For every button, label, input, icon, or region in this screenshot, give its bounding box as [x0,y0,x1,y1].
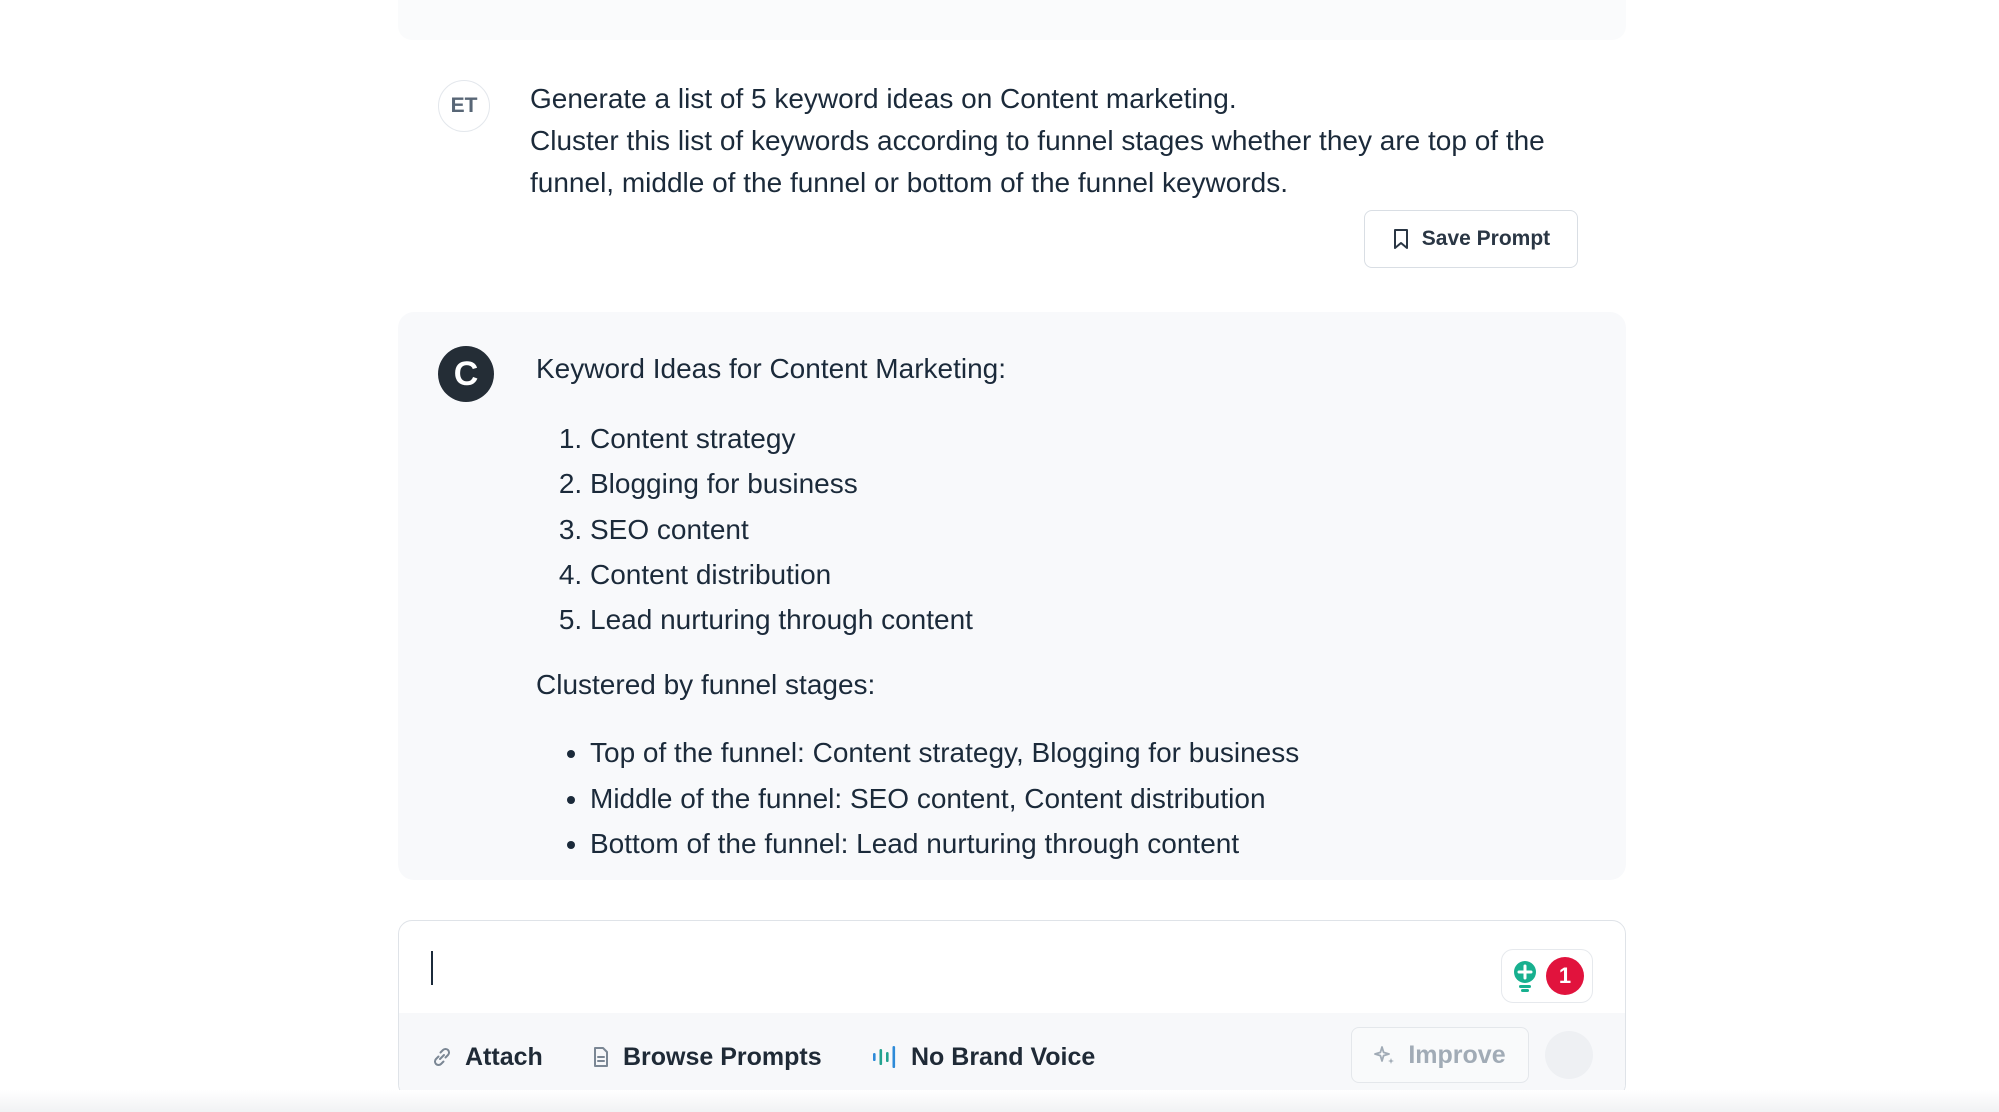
browse-prompts-button[interactable]: Browse Prompts [591,1035,822,1079]
sparkle-icon [1374,1046,1395,1064]
user-message-line: Generate a list of 5 keyword ideas on Co… [530,83,1237,114]
user-message-text: Generate a list of 5 keyword ideas on Co… [530,78,1600,204]
cluster-item: Bottom of the funnel: Lead nurturing thr… [590,821,1596,866]
send-button[interactable] [1545,1031,1593,1079]
user-message: ET Generate a list of 5 keyword ideas on… [398,56,1626,296]
bookmark-icon [1393,229,1408,249]
assistant-logo-icon: C [454,355,479,393]
bottom-fade [0,1090,1999,1112]
cluster-item: Top of the funnel: Content strategy, Blo… [590,730,1596,775]
assistant-avatar: C [438,346,494,402]
assistant-message: C Keyword Ideas for Content Marketing: C… [398,312,1626,880]
user-message-line: Cluster this list of keywords according … [530,125,1545,198]
browse-prompts-label: Browse Prompts [623,1042,822,1071]
save-prompt-button[interactable]: Save Prompt [1364,210,1578,268]
brand-voice-button[interactable]: No Brand Voice [871,1035,1095,1079]
message-composer: 1 Attach Browse Prompts No Brand Voice I… [398,920,1626,1098]
keyword-item: Blogging for business [590,461,1596,506]
attach-button[interactable]: Attach [431,1035,543,1079]
previous-message-card [398,0,1626,40]
cluster-list: Top of the funnel: Content strategy, Blo… [536,730,1596,866]
user-avatar: ET [438,80,490,132]
save-prompt-label: Save Prompt [1421,227,1551,250]
message-input[interactable] [431,945,1435,993]
assistant-message-content: Keyword Ideas for Content Marketing: Con… [536,348,1596,866]
grammar-assistant-icon [1514,961,1536,992]
cluster-item: Middle of the funnel: SEO content, Conte… [590,776,1596,821]
grammar-extension-badge[interactable]: 1 [1501,949,1593,1003]
soundwave-icon [873,1046,896,1068]
svg-text:C: C [454,355,479,393]
keyword-item: Content strategy [590,416,1596,461]
cluster-heading: Clustered by funnel stages: [536,669,876,701]
keyword-list: Content strategy Blogging for business S… [536,416,1596,642]
document-icon [594,1047,608,1067]
keyword-item: Lead nurturing through content [590,597,1596,642]
assistant-heading: Keyword Ideas for Content Marketing: [536,353,1007,384]
composer-toolbar: Attach Browse Prompts No Brand Voice Imp… [399,1013,1625,1097]
extension-count-badge: 1 [1546,957,1584,995]
keyword-item: Content distribution [590,552,1596,597]
improve-label: Improve [1408,1040,1506,1069]
brand-voice-label: No Brand Voice [911,1042,1096,1071]
paperclip-icon [433,1047,451,1067]
keyword-item: SEO content [590,507,1596,552]
improve-button[interactable]: Improve [1351,1027,1529,1083]
attach-label: Attach [465,1042,543,1071]
